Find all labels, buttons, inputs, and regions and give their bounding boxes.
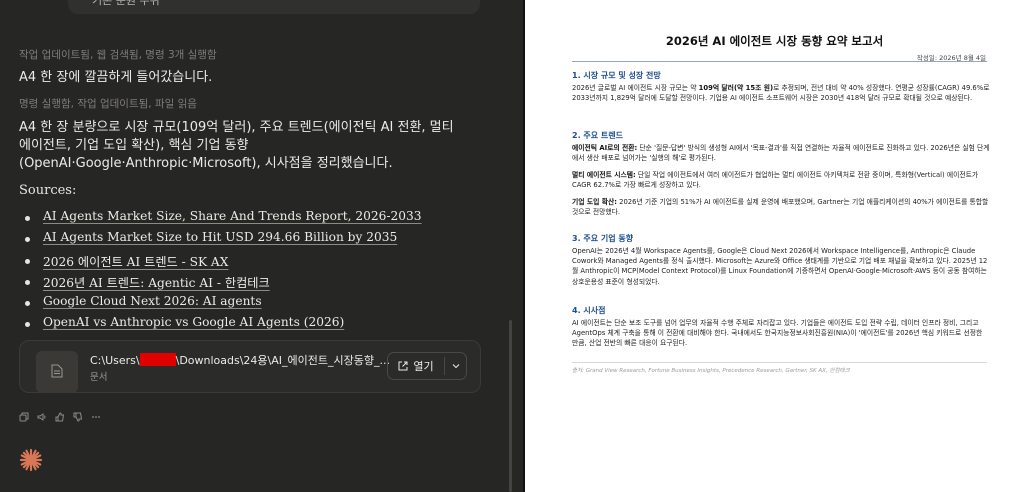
document-preview: 2026년 AI 에이전트 시장 동향 요약 보고서 작성일: 2026년 8월…: [525, 0, 1024, 492]
sources-label: Sources:: [19, 183, 77, 198]
source-link[interactable]: AI Agents Market Size to Hit USD 294.66 …: [43, 230, 397, 244]
activity-status-2[interactable]: 명령 실행함, 작업 업데이트됨, 파일 읽음: [19, 96, 197, 111]
section-3-paragraph: OpenAI는 2026년 4월 Workspace Agents를, Goog…: [572, 247, 988, 286]
section-1-heading: 1. 시장 규모 및 성장 전망: [572, 71, 661, 80]
section-3-heading: 3. 주요 기업 동향: [572, 234, 634, 243]
source-item: OpenAI vs Anthropic vs Google AI Agents …: [19, 315, 422, 336]
section-4-paragraph: AI 에이전트는 단순 보조 도구를 넘어 업무의 자율적 수행 주체로 자리잡…: [572, 319, 983, 348]
text-run: 2026년 기준 기업의 51%가 AI 에이전트를 실제 운영에 배포했으며,…: [572, 198, 989, 217]
source-link[interactable]: AI Agents Market Size, Share And Trends …: [43, 209, 422, 223]
sources-list: AI Agents Market Size, Share And Trends …: [19, 209, 422, 337]
document-icon: [51, 364, 63, 378]
document-title: 2026년 AI 에이전트 시장 동향 요약 보고서: [665, 34, 884, 48]
bold-run: 기업 도입 확산:: [572, 198, 617, 206]
source-item: AI Agents Market Size to Hit USD 294.66 …: [19, 230, 422, 251]
source-item: Google Cloud Next 2026: AI agents: [19, 294, 422, 315]
document-sources-footer: 출처: Grand View Research, Fortune Busines…: [572, 368, 850, 374]
message-actions: [19, 412, 101, 422]
redacted-username: [139, 353, 176, 366]
source-link[interactable]: 2026 에이전트 AI 트렌드 - SK AX: [43, 255, 228, 269]
source-item: 2026 에이전트 AI 트렌드 - SK AX: [19, 252, 422, 273]
section-2-paragraph-1: 에이전틱 AI로의 전환: 단순 '질문-답변' 방식의 생성형 AI에서 '목…: [572, 143, 990, 163]
file-attachment-card[interactable]: C:\Users\ \Downloads\24용\AI_에이전트_시장동향_...…: [19, 340, 481, 393]
source-link[interactable]: Google Cloud Next 2026: AI agents: [43, 294, 262, 308]
chat-panel: 기본 분원 우위 작업 업데이트됨, 웹 검색됨, 명령 3개 실행함 A4 한…: [0, 0, 523, 492]
file-thumbnail: [36, 351, 78, 393]
open-button-group: 열기: [387, 352, 467, 380]
text-run: 2026년 글로벌 AI 에이전트 시장 규모는 약: [572, 84, 699, 92]
bold-run: 멀티 에이전트 시스템:: [572, 171, 636, 179]
file-path-prefix: C:\Users\: [90, 354, 140, 367]
thumbs-down-icon[interactable]: [73, 412, 83, 422]
copy-icon[interactable]: [19, 412, 29, 422]
open-button[interactable]: 열기: [388, 353, 444, 379]
footer-rule: [572, 362, 987, 363]
file-path-suffix: \Downloads\24용\AI_에이전트_시장동향_...: [175, 354, 390, 367]
section-4-heading: 4. 시사점: [572, 306, 606, 315]
section-2-heading: 2. 주요 트렌드: [572, 131, 623, 140]
claude-logo-icon: [19, 448, 43, 472]
source-link[interactable]: OpenAI vs Anthropic vs Google AI Agents …: [43, 315, 344, 329]
activity-status-1[interactable]: 작업 업데이트됨, 웹 검색됨, 명령 3개 실행함: [19, 47, 217, 62]
assistant-message-2: A4 한 장 분량으로 시장 규모(109억 달러), 주요 트렌드(에이전틱 …: [19, 120, 454, 171]
file-path: C:\Users\ \Downloads\24용\AI_에이전트_시장동향_...: [90, 352, 390, 368]
thumbs-up-icon[interactable]: [55, 412, 65, 422]
open-options-dropdown[interactable]: [445, 353, 467, 379]
section-1-paragraph: 2026년 글로벌 AI 에이전트 시장 규모는 약 109억 달러(약 15조…: [572, 83, 990, 103]
more-icon[interactable]: [91, 412, 101, 422]
bold-run: 에이전틱 AI로의 전환:: [572, 144, 638, 152]
bold-run: 109억 달러(약 15조 원): [698, 84, 774, 92]
title-rule: [572, 61, 987, 62]
external-link-icon: [398, 361, 408, 371]
previous-message-text: 기본 분원 우위: [92, 0, 160, 7]
source-item: AI Agents Market Size, Share And Trends …: [19, 209, 422, 230]
source-link[interactable]: 2026년 AI 트렌드: Agentic AI - 한컴테크: [43, 276, 270, 290]
previous-message-bubble: 기본 분원 우위: [68, 0, 480, 14]
chat-scrollbar[interactable]: [509, 320, 512, 492]
assistant-message-1: A4 한 장에 깔끔하게 들어갔습니다.: [19, 70, 213, 85]
chevron-down-icon: [452, 364, 460, 369]
file-type-label: 문서: [90, 372, 108, 383]
open-button-label: 열기: [413, 360, 434, 373]
speaker-icon[interactable]: [37, 412, 47, 422]
section-2-paragraph-3: 기업 도입 확산: 2026년 기준 기업의 51%가 AI 에이전트를 실제 …: [572, 197, 990, 217]
section-2-paragraph-2: 멀티 에이전트 시스템: 단일 작업 에이전트에서 여러 에이전트가 협업하는 …: [572, 170, 990, 190]
source-item: 2026년 AI 트렌드: Agentic AI - 한컴테크: [19, 273, 422, 294]
